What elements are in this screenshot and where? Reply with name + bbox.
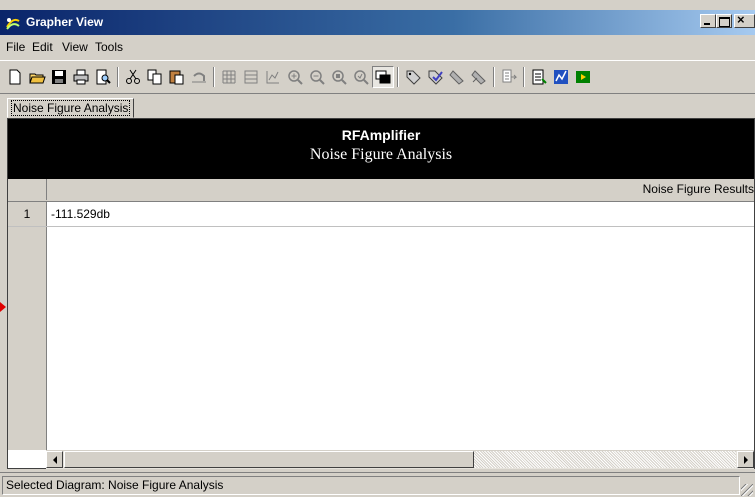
print-icon[interactable] bbox=[70, 66, 92, 88]
row-header-column bbox=[8, 202, 47, 450]
toolbar-separator bbox=[523, 67, 525, 87]
menu-file[interactable]: File bbox=[6, 40, 25, 54]
run-icon[interactable] bbox=[572, 66, 594, 88]
tab-label: Noise Figure Analysis bbox=[10, 100, 131, 116]
grid-corner[interactable] bbox=[8, 179, 47, 200]
horizontal-scrollbar[interactable] bbox=[46, 450, 754, 469]
row-number[interactable]: 1 bbox=[8, 202, 46, 226]
close-icon: × bbox=[737, 12, 745, 27]
export-icon[interactable] bbox=[498, 66, 520, 88]
window-icon[interactable] bbox=[372, 66, 394, 88]
close-button[interactable]: × bbox=[734, 12, 755, 28]
column-header-noise-figure-results[interactable]: Noise Figure Results bbox=[48, 182, 754, 196]
splitter-marker-icon[interactable] bbox=[0, 302, 6, 312]
arrow-left-icon bbox=[52, 455, 57, 464]
scroll-right-button[interactable] bbox=[737, 451, 754, 468]
diagram-header: RFAmplifier Noise Figure Analysis bbox=[8, 119, 754, 179]
title-bar[interactable]: Grapher View × bbox=[0, 10, 755, 35]
table-icon[interactable] bbox=[240, 66, 262, 88]
toolbar bbox=[0, 60, 755, 94]
paste-icon[interactable] bbox=[166, 66, 188, 88]
toolbar-separator bbox=[213, 67, 215, 87]
menu-view[interactable]: View bbox=[62, 40, 88, 54]
arrow-right-icon bbox=[743, 455, 748, 464]
status-bar: Selected Diagram: Noise Figure Analysis bbox=[0, 472, 755, 497]
scrollbar-track[interactable] bbox=[474, 451, 736, 468]
maximize-button[interactable] bbox=[716, 14, 732, 28]
report-icon[interactable] bbox=[528, 66, 550, 88]
zoom-in-icon[interactable] bbox=[284, 66, 306, 88]
noise-figure-value[interactable]: -111.529db bbox=[48, 202, 110, 226]
toolbar-separator bbox=[397, 67, 399, 87]
toolbar-separator bbox=[493, 67, 495, 87]
zoom-fit-icon[interactable] bbox=[328, 66, 350, 88]
tab-noise-figure-analysis[interactable]: Noise Figure Analysis bbox=[7, 98, 135, 118]
menu-tools[interactable]: Tools bbox=[95, 40, 123, 54]
status-text: Selected Diagram: Noise Figure Analysis bbox=[2, 476, 740, 495]
menu-bar: File Edit View Tools bbox=[0, 36, 755, 58]
check-icon[interactable] bbox=[424, 66, 446, 88]
resize-grip-icon[interactable] bbox=[741, 484, 753, 496]
diagram-panel: RFAmplifier Noise Figure Analysis Noise … bbox=[7, 118, 755, 469]
toolbar-separator bbox=[117, 67, 119, 87]
minimize-button[interactable] bbox=[700, 14, 716, 28]
scrollbar-thumb[interactable] bbox=[64, 451, 474, 468]
tag-icon[interactable] bbox=[402, 66, 424, 88]
zoom-out-icon[interactable] bbox=[306, 66, 328, 88]
save-icon[interactable] bbox=[48, 66, 70, 88]
cut-icon[interactable] bbox=[122, 66, 144, 88]
tab-strip: Noise Figure Analysis bbox=[0, 96, 755, 120]
chart-icon[interactable] bbox=[262, 66, 284, 88]
scroll-left-button[interactable] bbox=[46, 451, 63, 468]
chart-edit-icon[interactable] bbox=[550, 66, 572, 88]
table-row[interactable]: 1 -111.529db bbox=[8, 202, 754, 227]
open-icon[interactable] bbox=[26, 66, 48, 88]
zoom-area-icon[interactable] bbox=[350, 66, 372, 88]
marker-delete-icon[interactable] bbox=[468, 66, 490, 88]
grid-icon[interactable] bbox=[218, 66, 240, 88]
window-title: Grapher View bbox=[26, 15, 104, 29]
print-preview-icon[interactable] bbox=[92, 66, 114, 88]
diagram-subtitle: Noise Figure Analysis bbox=[309, 146, 453, 163]
grapher-window: Grapher View × File Edit View Tools Nois… bbox=[0, 0, 755, 497]
marker-icon[interactable] bbox=[446, 66, 468, 88]
diagram-title: RFAmplifier bbox=[341, 127, 421, 143]
menu-edit[interactable]: Edit bbox=[32, 40, 53, 54]
undo-icon[interactable] bbox=[188, 66, 210, 88]
grid-header: Noise Figure Results bbox=[8, 179, 754, 202]
new-icon[interactable] bbox=[4, 66, 26, 88]
copy-icon[interactable] bbox=[144, 66, 166, 88]
app-icon bbox=[6, 18, 20, 30]
